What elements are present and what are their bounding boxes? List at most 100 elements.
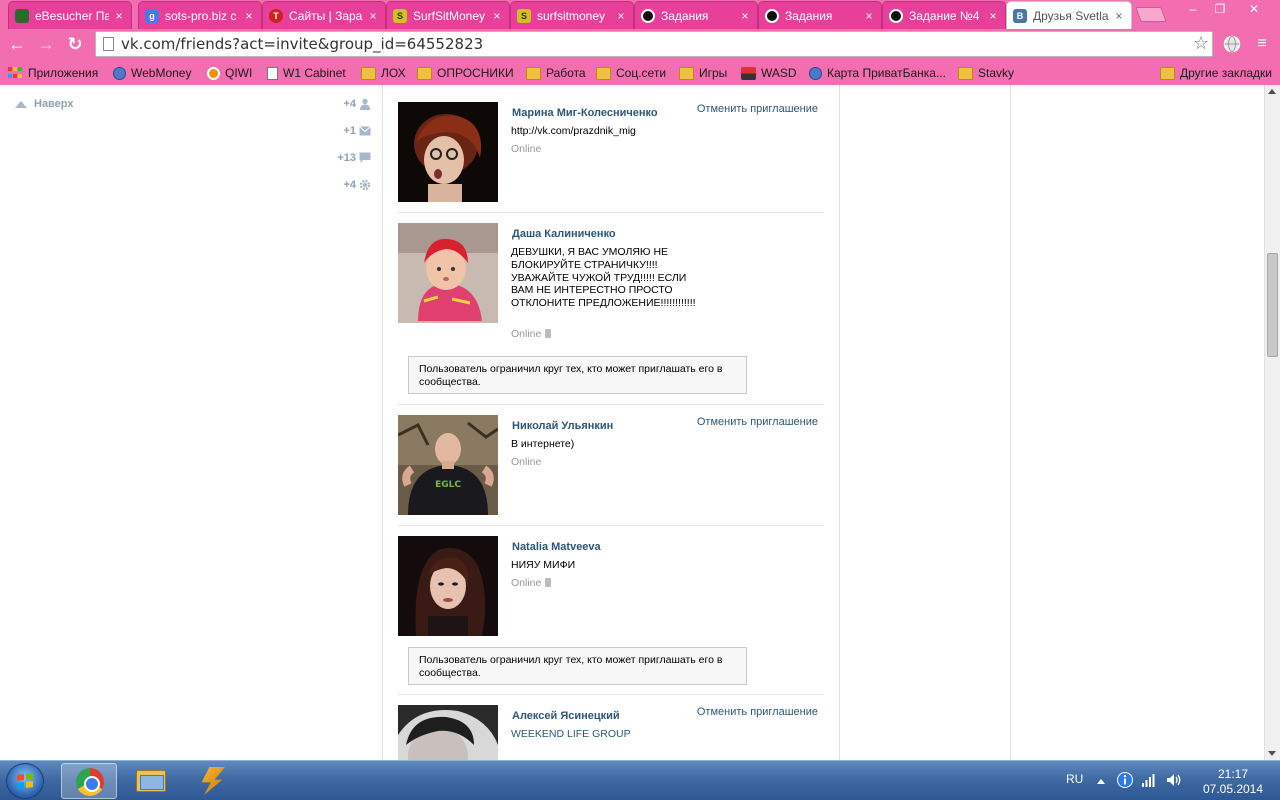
friend-avatar[interactable]: EGLC: [398, 415, 498, 515]
close-icon[interactable]: ×: [243, 9, 255, 23]
counter-messages[interactable]: +1: [343, 125, 371, 137]
network-signal-icon[interactable]: [1142, 773, 1156, 790]
bookmark-qiwi[interactable]: QIWI: [207, 64, 252, 82]
forward-button[interactable]: →: [34, 33, 58, 55]
ebesucher-favicon: [15, 8, 29, 23]
browser-toolbar: ← → ↻ vk.com/friends?act=invite&group_id…: [0, 29, 1280, 60]
back-button[interactable]: ←: [5, 33, 29, 55]
bookmark-w1-cabinet[interactable]: W1 Cabinet: [267, 64, 346, 82]
bookmark-other-bookmarks[interactable]: Другие закладки: [1160, 64, 1272, 82]
friend-avatar[interactable]: [398, 705, 498, 760]
tab-zadaniya-1[interactable]: Задания ×: [634, 1, 758, 29]
bookmark-folder-socseti[interactable]: Соц.сети: [596, 64, 666, 82]
bookmark-folder-oprosniki[interactable]: ОПРОСНИКИ: [417, 64, 514, 82]
folder-icon: [958, 66, 973, 80]
friend-name[interactable]: Николай Ульянкин: [512, 420, 613, 432]
friend-name[interactable]: Алексей Ясинецкий: [512, 710, 620, 722]
address-bar[interactable]: vk.com/friends?act=invite&group_id=64552…: [95, 31, 1213, 57]
tab-surfsitmoney-1[interactable]: S SurfSitMoney ×: [386, 1, 510, 29]
counter-value: +4: [343, 179, 356, 191]
bookmark-folder-lokh[interactable]: ЛОХ: [361, 64, 406, 82]
bookmark-label: W1 Cabinet: [283, 66, 346, 80]
close-icon[interactable]: ×: [113, 9, 125, 23]
bookmark-folder-igry[interactable]: Игры: [679, 64, 727, 82]
taskbar-chrome[interactable]: [61, 763, 117, 799]
row-divider: [398, 694, 824, 695]
chrome-menu-icon[interactable]: ≡: [1251, 33, 1273, 55]
system-clock[interactable]: 21:17 07.05.2014: [1200, 767, 1266, 797]
tab-sots-pro[interactable]: g sots-pro.biz с ×: [138, 1, 262, 29]
start-button[interactable]: [6, 763, 44, 799]
friend-name[interactable]: Natalia Matveeva: [512, 541, 601, 553]
scroll-down-arrow-icon[interactable]: [1268, 751, 1276, 756]
cancel-invitation-link[interactable]: Отменить приглашение: [697, 103, 818, 115]
bookmark-label: QIWI: [225, 66, 253, 80]
bookmark-wasd[interactable]: WASD: [741, 64, 797, 82]
chrome-icon: [76, 768, 104, 796]
friend-status[interactable]: WEEKEND LIFE GROUP: [511, 728, 701, 741]
page-scrollbar[interactable]: [1264, 85, 1280, 760]
close-window-button[interactable]: ✕: [1234, 0, 1274, 19]
mobile-phone-icon: [545, 329, 552, 338]
tab-druzya-active[interactable]: B Друзья Svetla ×: [1006, 1, 1132, 29]
scroll-to-top-link[interactable]: Наверх: [15, 98, 74, 110]
minimize-button[interactable]: –: [1180, 0, 1206, 19]
bookmark-folder-stavky[interactable]: Stavky: [958, 64, 1014, 82]
tab-surfsitmoney-2[interactable]: S surfsitmoney ×: [510, 1, 634, 29]
friend-name[interactable]: Марина Миг-Колесниченко: [512, 107, 658, 119]
tab-saity[interactable]: T Сайты | Зара ×: [262, 1, 386, 29]
online-status: Online: [511, 328, 552, 340]
cancel-invitation-link[interactable]: Отменить приглашение: [697, 706, 818, 718]
cancel-invitation-link[interactable]: Отменить приглашение: [697, 416, 818, 428]
tab-title: Сайты | Зара: [289, 8, 363, 23]
counter-friends[interactable]: +4: [343, 98, 371, 110]
counter-settings[interactable]: +4: [343, 179, 371, 191]
tab-zadanie-4[interactable]: Задание №4 ×: [882, 1, 1006, 29]
close-icon[interactable]: ×: [615, 9, 627, 23]
close-icon[interactable]: ×: [367, 9, 379, 23]
friend-avatar[interactable]: [398, 536, 498, 636]
close-icon[interactable]: ×: [863, 9, 875, 23]
row-divider: [398, 212, 824, 213]
tab-ebesucher[interactable]: eBesucher Па ×: [8, 1, 132, 29]
new-tab-button[interactable]: [1135, 7, 1167, 22]
reload-button[interactable]: ↻: [63, 33, 87, 55]
friend-avatar[interactable]: [398, 223, 498, 323]
bookmark-label: Stavky: [978, 66, 1015, 80]
info-icon[interactable]: [1117, 772, 1133, 791]
comment-icon: [359, 152, 371, 163]
bookmark-webmoney[interactable]: WebMoney: [113, 64, 191, 82]
maximize-button[interactable]: ❐: [1208, 0, 1232, 19]
friend-avatar[interactable]: [398, 102, 498, 202]
taskbar-explorer[interactable]: [122, 763, 178, 799]
counter-value: +1: [343, 125, 356, 137]
close-icon[interactable]: ×: [491, 9, 503, 23]
volume-icon[interactable]: [1166, 773, 1182, 790]
bookmark-label: ОПРОСНИКИ: [437, 66, 514, 80]
url-text[interactable]: vk.com/friends?act=invite&group_id=64552…: [121, 35, 483, 53]
bookmark-privatbank[interactable]: Карта ПриватБанка...: [809, 64, 946, 82]
friend-name[interactable]: Даша Калиниченко: [512, 228, 616, 240]
close-icon[interactable]: ×: [739, 9, 751, 23]
show-hidden-icons-button[interactable]: [1096, 773, 1106, 788]
scroll-up-arrow-icon[interactable]: [1268, 89, 1276, 94]
close-icon[interactable]: ×: [987, 9, 999, 23]
counter-comments[interactable]: +13: [337, 152, 371, 164]
counter-value: +13: [337, 152, 356, 164]
apps-icon: [8, 66, 23, 80]
taskbar-winamp[interactable]: [183, 763, 239, 799]
row-divider: [398, 525, 824, 526]
bookmark-apps[interactable]: Приложения: [8, 64, 98, 82]
tab-zadaniya-2[interactable]: Задания ×: [758, 1, 882, 29]
extension-globe-icon[interactable]: [1221, 33, 1243, 55]
scrollbar-thumb[interactable]: [1267, 253, 1278, 357]
close-icon[interactable]: ×: [1113, 9, 1125, 23]
tab-title: Задания: [661, 8, 709, 23]
mobile-phone-icon: [545, 578, 552, 587]
bookmark-star-icon[interactable]: ☆: [1193, 33, 1209, 54]
tab-title: eBesucher Па: [35, 8, 109, 23]
tab-title: Друзья Svetla: [1033, 8, 1109, 23]
bookmark-folder-rabota[interactable]: Работа: [526, 64, 586, 82]
friend-status: НИЯУ МИФИ: [511, 559, 576, 571]
language-indicator[interactable]: RU: [1066, 772, 1083, 786]
